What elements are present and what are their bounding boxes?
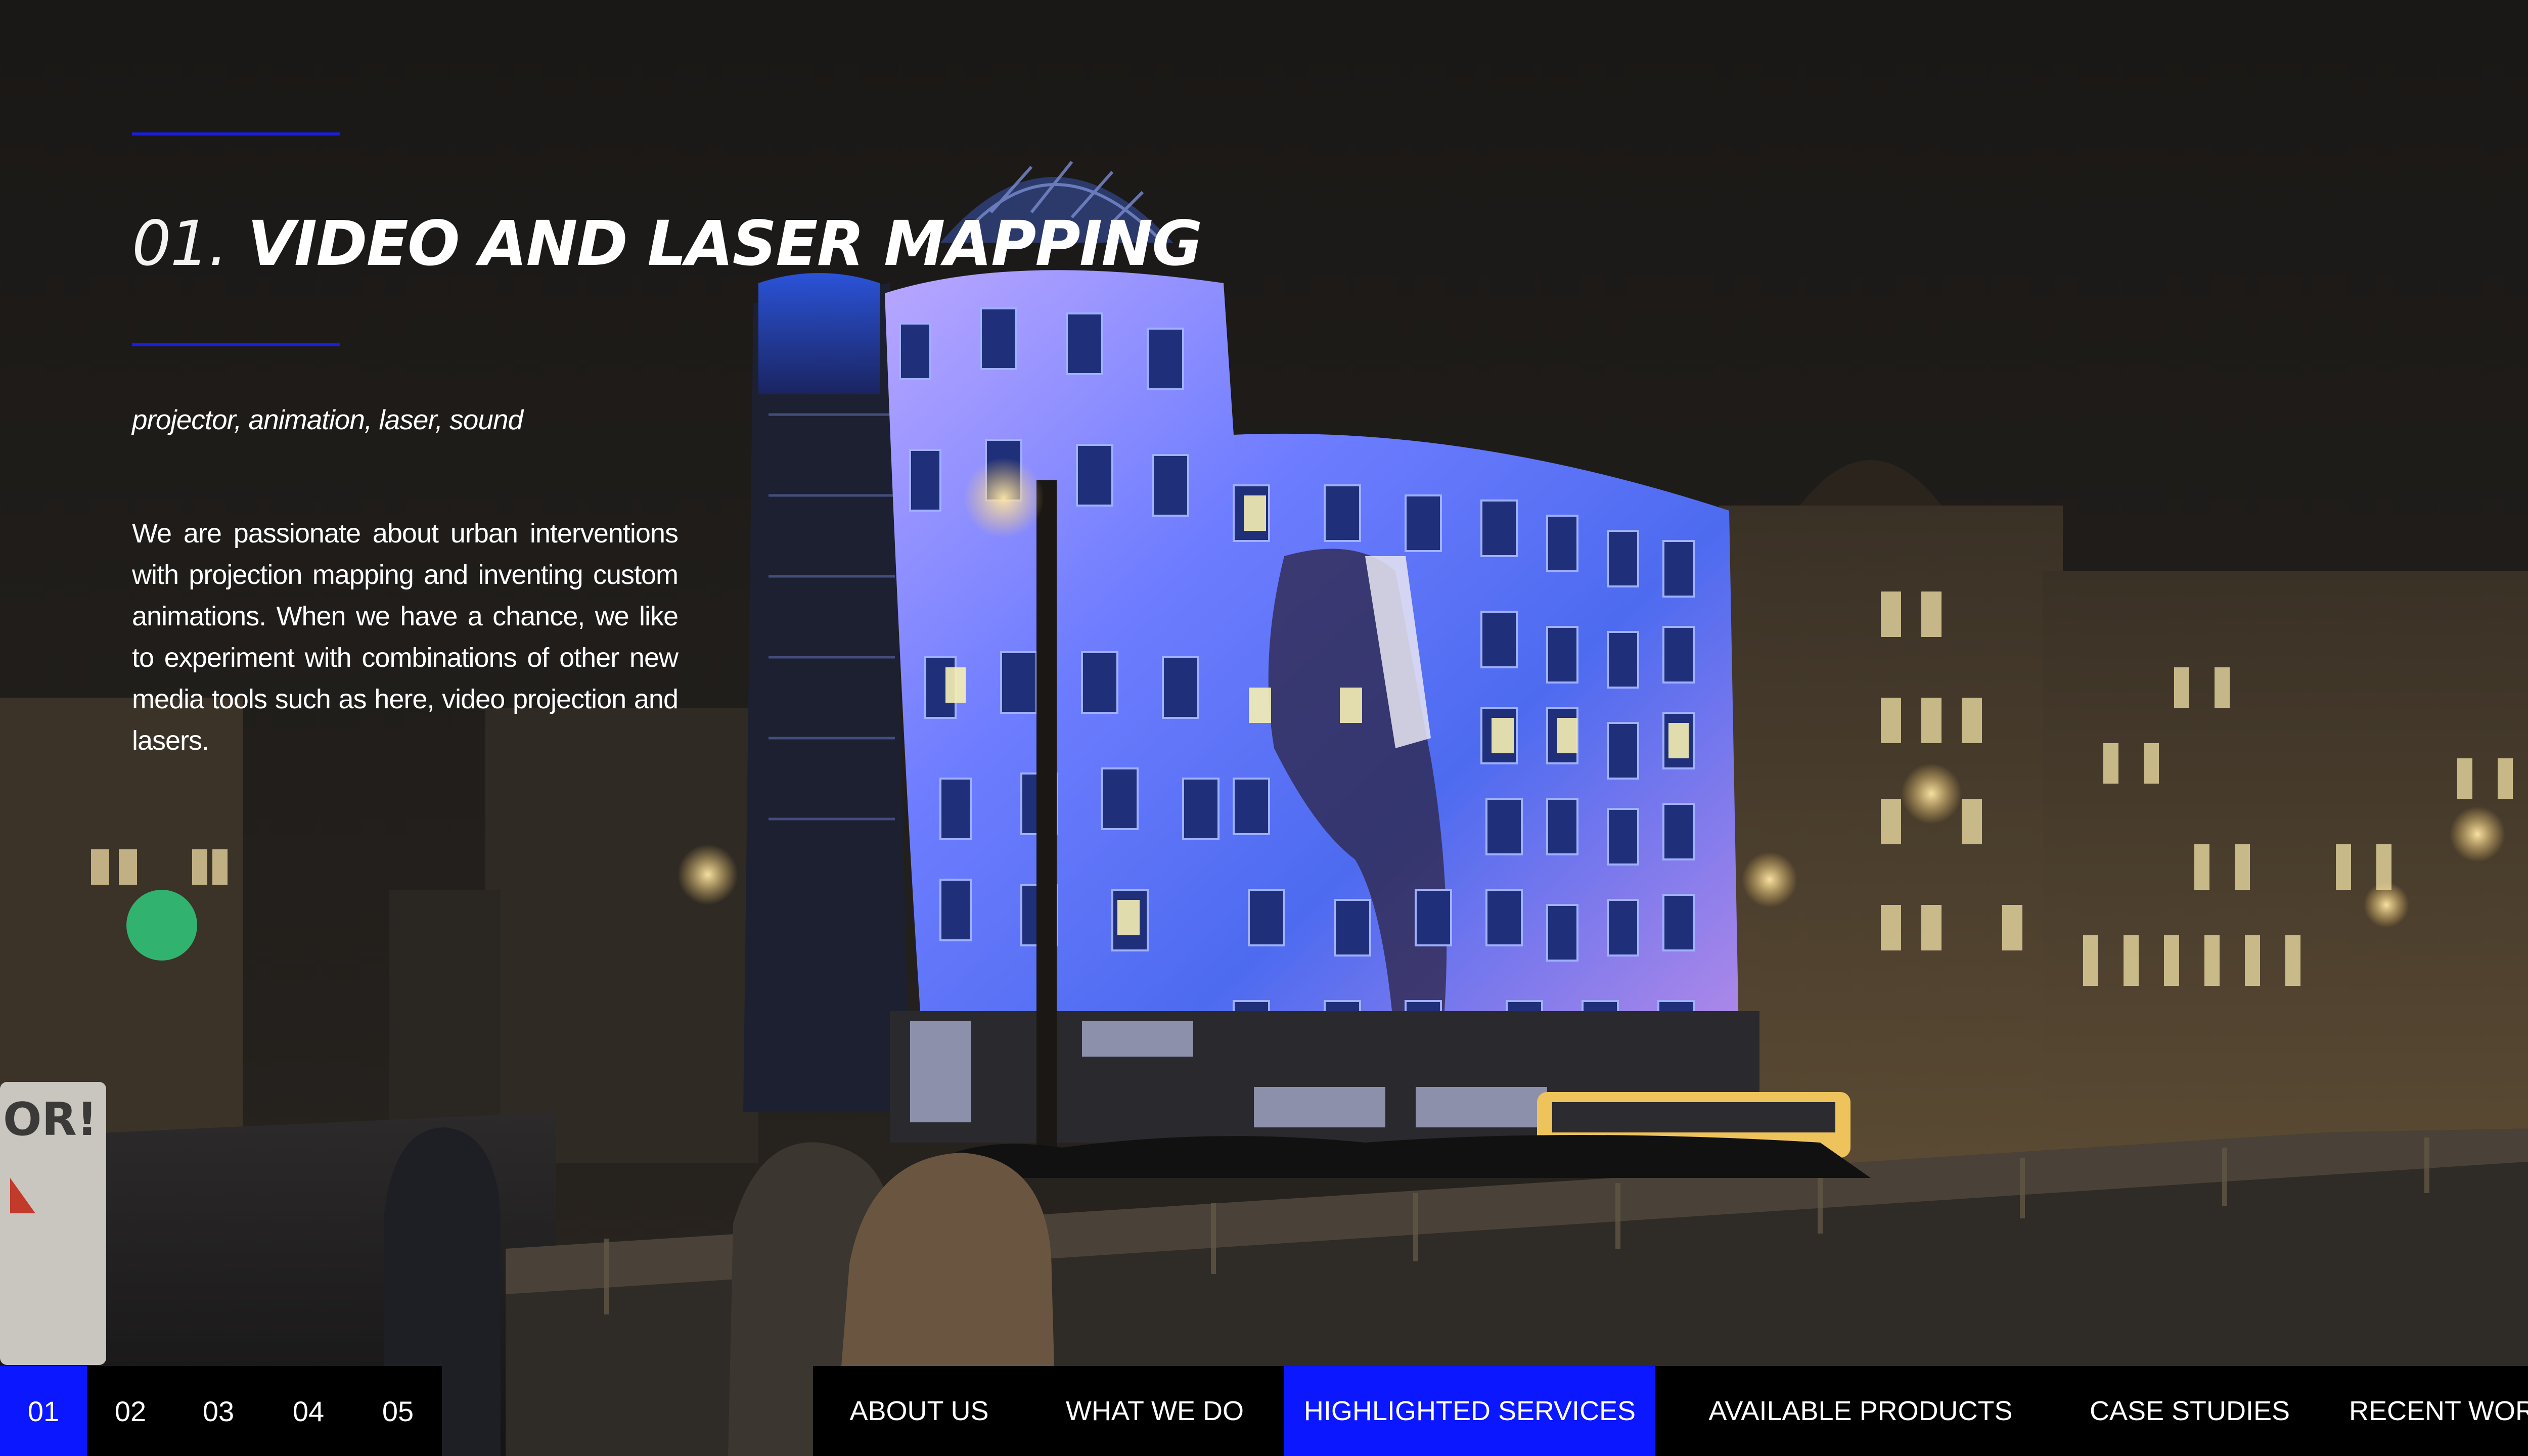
section-title: VIDEO AND LASER MAPPING — [247, 208, 1203, 280]
menu-item-available-products[interactable]: AVAILABLE PRODUCTS — [1655, 1366, 2066, 1456]
menu-item-highlighted-services[interactable]: HIGHLIGHTED SERVICES — [1284, 1366, 1655, 1456]
service-tags: projector, animation, laser, sound — [132, 404, 523, 435]
page-button-04[interactable]: 04 — [263, 1366, 354, 1456]
slide-pager: 01 02 03 04 05 — [0, 1366, 442, 1456]
street-sign-text: OR! — [3, 1093, 98, 1146]
menu-item-case-studies[interactable]: CASE STUDIES — [2066, 1366, 2314, 1456]
title-rule-bottom — [132, 343, 340, 346]
menu-item-about-us[interactable]: ABOUT US — [813, 1366, 1025, 1456]
main-menu: ABOUT US WHAT WE DO HIGHLIGHTED SERVICES… — [813, 1366, 2528, 1456]
page-button-02[interactable]: 02 — [87, 1366, 174, 1456]
service-description: We are passionate about urban interventi… — [132, 518, 679, 756]
page-title: 01. VIDEO AND LASER MAPPING — [132, 198, 1203, 289]
title-rule-top — [132, 132, 340, 135]
menu-item-recent-work[interactable]: RECENT WORK — [2314, 1366, 2528, 1456]
page-button-05[interactable]: 05 — [354, 1366, 442, 1456]
section-number: 01. — [132, 208, 228, 280]
menu-item-what-we-do[interactable]: WHAT WE DO — [1025, 1366, 1284, 1456]
page-button-01[interactable]: 01 — [0, 1366, 87, 1456]
page-button-03[interactable]: 03 — [174, 1366, 263, 1456]
